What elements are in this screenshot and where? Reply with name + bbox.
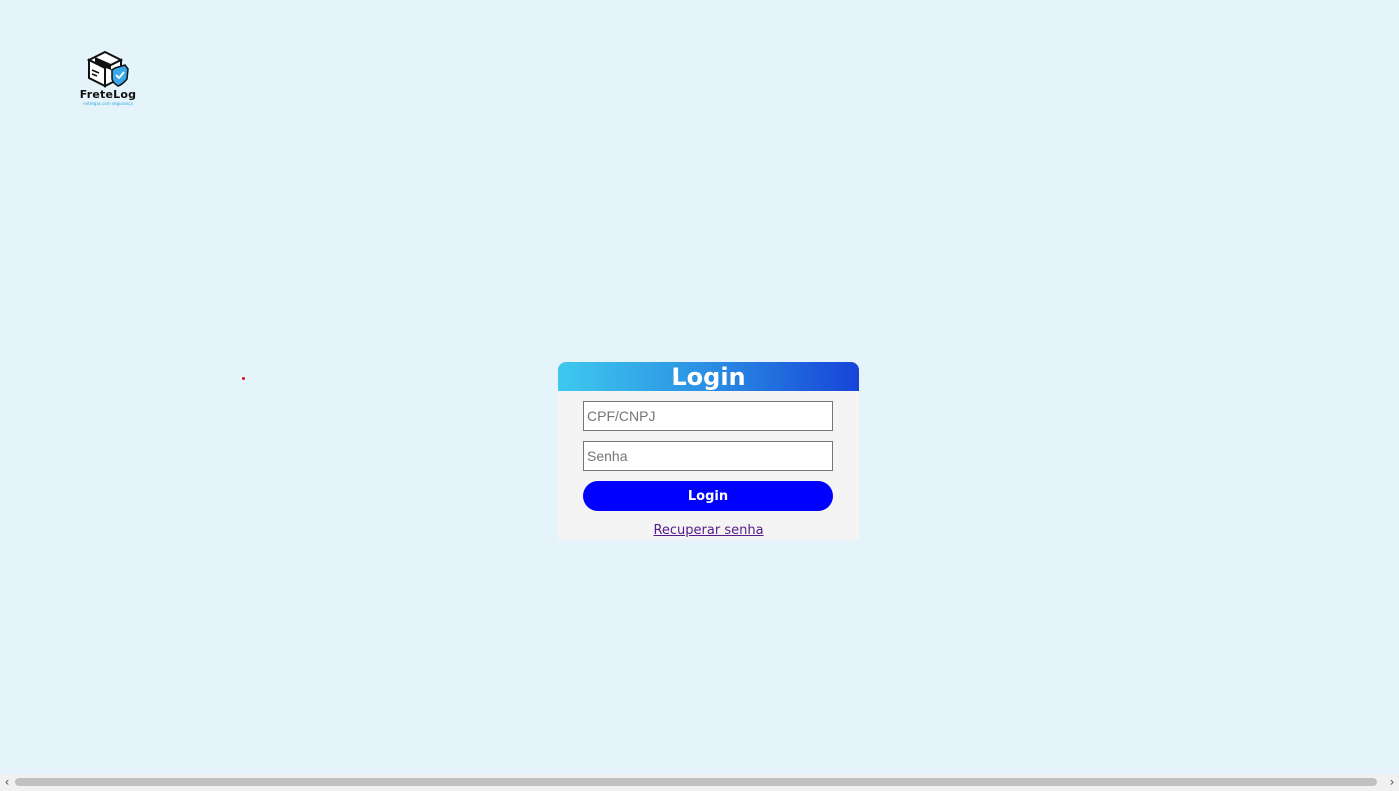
senha-input[interactable] <box>583 441 833 471</box>
login-title: Login <box>671 363 746 391</box>
scrollbar-thumb[interactable] <box>15 778 1377 786</box>
logo-tagline: entregas com segurança <box>83 101 133 106</box>
recover-password-link[interactable]: Recuperar senha <box>558 523 859 538</box>
login-button[interactable]: Login <box>583 481 833 511</box>
cpf-cnpj-input[interactable] <box>583 401 833 431</box>
login-page: FreteLog entregas com segurança Login Lo… <box>0 0 1399 791</box>
scroll-right-icon[interactable]: › <box>1385 774 1399 791</box>
horizontal-scrollbar[interactable]: ‹ › <box>0 774 1399 791</box>
fretelog-logo: FreteLog entregas com segurança <box>72 48 144 110</box>
login-header: Login <box>558 362 859 391</box>
box-shield-icon <box>86 50 129 88</box>
scroll-left-icon[interactable]: ‹ <box>0 774 14 791</box>
login-panel: Login Login Recuperar senha <box>558 362 859 540</box>
red-dot-marker <box>242 377 245 380</box>
logo-name: FreteLog <box>79 88 137 101</box>
